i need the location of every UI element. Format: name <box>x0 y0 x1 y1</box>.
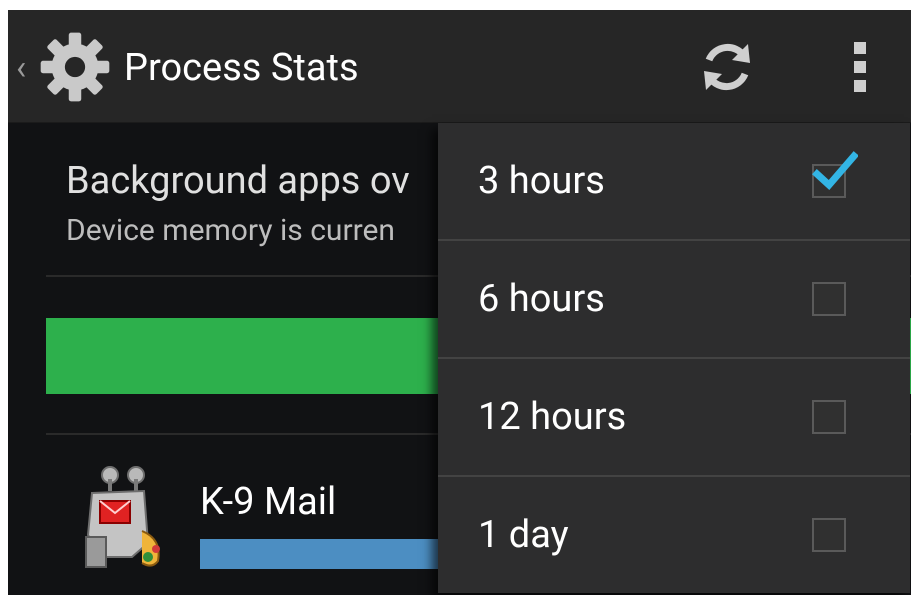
checkbox-checked[interactable] <box>812 151 858 198</box>
checkbox-unchecked[interactable] <box>812 400 846 434</box>
menu-item-label: 1 day <box>478 513 569 557</box>
action-bar: ‹ Process Stats <box>8 10 911 123</box>
menu-item-6-hours[interactable]: 6 hours <box>438 241 910 359</box>
menu-item-label: 3 hours <box>478 159 605 203</box>
chevron-left-icon[interactable]: ‹ <box>16 50 32 86</box>
menu-item-12-hours[interactable]: 12 hours <box>438 359 910 477</box>
summary-title: Background apps ov <box>66 159 410 203</box>
app-usage-bar <box>200 539 450 569</box>
refresh-icon[interactable] <box>696 36 758 98</box>
checkbox-unchecked[interactable] <box>812 282 846 316</box>
app-name: K-9 Mail <box>200 480 337 524</box>
gear-icon[interactable] <box>36 28 114 106</box>
menu-item-label: 6 hours <box>478 277 605 321</box>
overflow-menu-icon[interactable] <box>836 36 884 98</box>
checkmark-icon <box>812 151 858 191</box>
duration-popup-menu: 3 hours 6 hours 12 hours 1 day <box>438 123 910 593</box>
checkbox-unchecked[interactable] <box>812 518 846 552</box>
menu-item-3-hours[interactable]: 3 hours <box>438 123 910 241</box>
menu-item-label: 12 hours <box>478 395 627 439</box>
app-title: Process Stats <box>124 46 359 90</box>
menu-item-1-day[interactable]: 1 day <box>438 477 910 593</box>
k9-mail-robot-icon <box>85 466 160 568</box>
process-stats-screen: ‹ Process Stats Background apps ov Devic… <box>8 10 911 595</box>
summary-subtitle: Device memory is curren <box>66 213 395 248</box>
